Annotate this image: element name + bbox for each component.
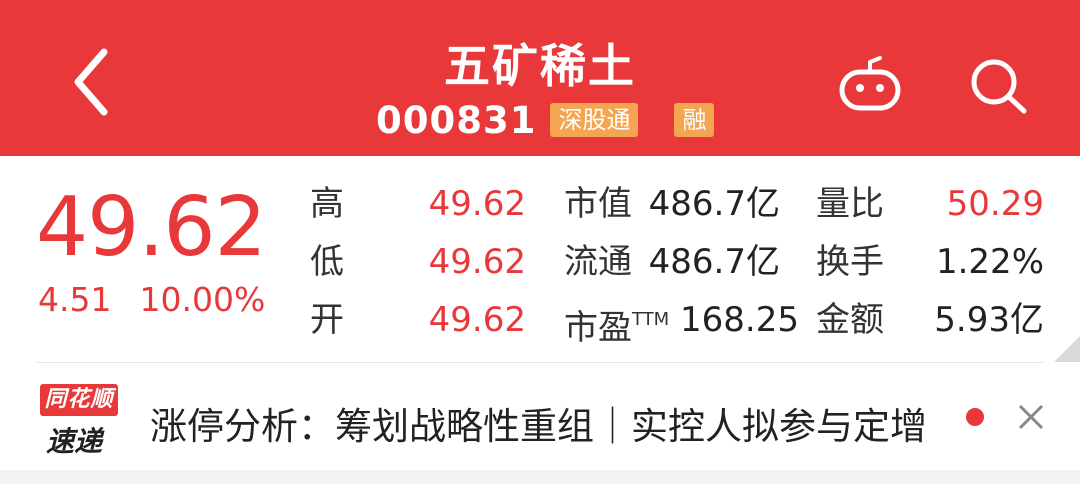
market-cap-label: 市值 [564,184,632,224]
volume-ratio-value: 50.29 [946,184,1044,224]
unread-dot-icon [966,408,984,426]
amount-label: 金额 [816,300,884,340]
news-headline[interactable]: 涨停分析：筹划战略性重组｜实控人拟参与定增 [150,396,936,450]
high-label: 高 [310,184,344,224]
volume-ratio-label: 量比 [816,184,884,224]
float-cap-label: 流通 [564,242,632,282]
robot-icon[interactable] [836,54,904,114]
divider [36,362,1044,363]
tag-margin[interactable]: 融 [674,103,715,137]
price-change-row: 4.51 10.00% [38,280,265,319]
pe-value: 168.25 [680,300,799,340]
search-icon[interactable] [966,56,1030,116]
pe-label-text: 市盈 [564,308,632,348]
high-value: 49.62 [428,184,526,224]
tag-shenzhen-connect[interactable]: 深股通 [550,103,639,137]
price-change: 4.51 [38,280,112,319]
news-logo-top: 同花顺 [40,384,118,416]
open-label: 开 [310,300,344,340]
pe-ttm-sup: TTM [632,309,670,330]
market-cap-value: 486.7亿 [648,184,780,224]
current-price: 49.62 [36,180,267,275]
low-value: 49.62 [428,242,526,282]
turnover-value: 1.22% [935,242,1044,282]
stock-code-row: 000831 深股通 融 [376,98,715,142]
turnover-label: 换手 [816,242,884,282]
open-value: 49.62 [428,300,526,340]
stock-code: 000831 [376,98,537,142]
close-icon[interactable] [1016,402,1046,432]
pe-label: 市盈TTM [564,300,669,348]
bottom-strip [0,470,1080,484]
float-cap-value: 486.7亿 [648,242,780,282]
news-logo: 同花顺 速递 [38,378,118,458]
price-change-percent: 10.00% [139,280,266,319]
stock-name: 五矿稀土 [444,39,636,93]
news-logo-bottom: 速递 [46,425,103,458]
expand-corner-icon[interactable] [1054,336,1080,362]
low-label: 低 [310,242,344,282]
header-bar: 五矿稀土 000831 深股通 融 [0,0,1080,156]
amount-value: 5.93亿 [934,300,1044,340]
